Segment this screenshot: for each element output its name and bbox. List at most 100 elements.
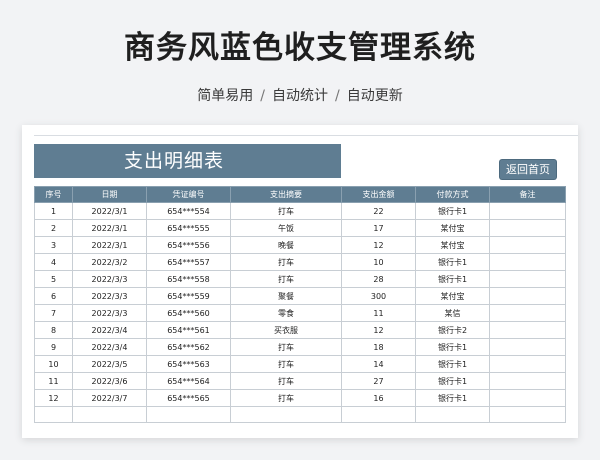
cell-summary[interactable]: 打车 bbox=[230, 355, 342, 373]
cell-amount[interactable]: 22 bbox=[341, 202, 416, 220]
table-cell-empty[interactable] bbox=[230, 406, 342, 423]
cell-date[interactable]: 2022/3/1 bbox=[72, 219, 147, 237]
cell-notes[interactable] bbox=[489, 372, 566, 390]
cell-amount[interactable]: 18 bbox=[341, 338, 416, 356]
cell-amount[interactable]: 16 bbox=[341, 389, 416, 407]
cell-date[interactable]: 2022/3/4 bbox=[72, 321, 147, 339]
cell-notes[interactable] bbox=[489, 338, 566, 356]
table-cell-empty[interactable] bbox=[34, 406, 73, 423]
cell-summary[interactable]: 晚餐 bbox=[230, 236, 342, 254]
cell-index[interactable]: 10 bbox=[34, 355, 73, 373]
cell-amount[interactable]: 12 bbox=[341, 236, 416, 254]
cell-notes[interactable] bbox=[489, 304, 566, 322]
table-cell-empty[interactable] bbox=[489, 406, 566, 423]
cell-payment[interactable]: 银行卡1 bbox=[415, 355, 490, 373]
cell-voucher[interactable]: 654***557 bbox=[146, 253, 231, 271]
cell-summary[interactable]: 打车 bbox=[230, 389, 342, 407]
cell-voucher[interactable]: 654***564 bbox=[146, 372, 231, 390]
cell-notes[interactable] bbox=[489, 321, 566, 339]
cell-payment[interactable]: 某付宝 bbox=[415, 287, 490, 305]
table-row: 11 2022/3/6 654***564 打车 27 银行卡1 bbox=[34, 372, 566, 390]
cell-notes[interactable] bbox=[489, 219, 566, 237]
cell-index[interactable]: 5 bbox=[34, 270, 73, 288]
cell-date[interactable]: 2022/3/2 bbox=[72, 253, 147, 271]
cell-index[interactable]: 1 bbox=[34, 202, 73, 220]
table-cell-empty[interactable] bbox=[146, 406, 231, 423]
cell-voucher[interactable]: 654***563 bbox=[146, 355, 231, 373]
table-row: 7 2022/3/3 654***560 零食 11 某信 bbox=[34, 304, 566, 322]
cell-voucher[interactable]: 654***554 bbox=[146, 202, 231, 220]
table-cell-empty[interactable] bbox=[72, 406, 147, 423]
cell-payment[interactable]: 银行卡2 bbox=[415, 321, 490, 339]
cell-index[interactable]: 12 bbox=[34, 389, 73, 407]
cell-date[interactable]: 2022/3/7 bbox=[72, 389, 147, 407]
back-home-button[interactable]: 返回首页 bbox=[500, 160, 556, 179]
cell-amount[interactable]: 10 bbox=[341, 253, 416, 271]
sheet-divider bbox=[34, 135, 578, 136]
cell-date[interactable]: 2022/3/1 bbox=[72, 202, 147, 220]
cell-summary[interactable]: 聚餐 bbox=[230, 287, 342, 305]
cell-payment[interactable]: 银行卡1 bbox=[415, 389, 490, 407]
cell-voucher[interactable]: 654***555 bbox=[146, 219, 231, 237]
cell-summary[interactable]: 打车 bbox=[230, 372, 342, 390]
cell-date[interactable]: 2022/3/6 bbox=[72, 372, 147, 390]
cell-amount[interactable]: 27 bbox=[341, 372, 416, 390]
cell-payment[interactable]: 某信 bbox=[415, 304, 490, 322]
cell-summary[interactable]: 打车 bbox=[230, 202, 342, 220]
cell-payment[interactable]: 银行卡1 bbox=[415, 372, 490, 390]
cell-notes[interactable] bbox=[489, 202, 566, 220]
cell-date[interactable]: 2022/3/5 bbox=[72, 355, 147, 373]
cell-summary[interactable]: 买衣服 bbox=[230, 321, 342, 339]
cell-date[interactable]: 2022/3/1 bbox=[72, 236, 147, 254]
cell-amount[interactable]: 12 bbox=[341, 321, 416, 339]
cell-summary[interactable]: 打车 bbox=[230, 253, 342, 271]
cell-amount[interactable]: 14 bbox=[341, 355, 416, 373]
table-row: 4 2022/3/2 654***557 打车 10 银行卡1 bbox=[34, 253, 566, 271]
cell-amount[interactable]: 11 bbox=[341, 304, 416, 322]
cell-voucher[interactable]: 654***556 bbox=[146, 236, 231, 254]
cell-index[interactable]: 3 bbox=[34, 236, 73, 254]
cell-notes[interactable] bbox=[489, 355, 566, 373]
cell-amount[interactable]: 300 bbox=[341, 287, 416, 305]
cell-notes[interactable] bbox=[489, 287, 566, 305]
cell-index[interactable]: 6 bbox=[34, 287, 73, 305]
cell-notes[interactable] bbox=[489, 253, 566, 271]
cell-index[interactable]: 8 bbox=[34, 321, 73, 339]
cell-notes[interactable] bbox=[489, 270, 566, 288]
cell-summary[interactable]: 打车 bbox=[230, 338, 342, 356]
cell-notes[interactable] bbox=[489, 236, 566, 254]
cell-payment[interactable]: 银行卡1 bbox=[415, 338, 490, 356]
cell-index[interactable]: 7 bbox=[34, 304, 73, 322]
cell-index[interactable]: 11 bbox=[34, 372, 73, 390]
cell-payment[interactable]: 某付宝 bbox=[415, 236, 490, 254]
cell-summary[interactable]: 午饭 bbox=[230, 219, 342, 237]
cell-payment[interactable]: 某付宝 bbox=[415, 219, 490, 237]
cell-payment[interactable]: 银行卡1 bbox=[415, 253, 490, 271]
cell-summary[interactable]: 零食 bbox=[230, 304, 342, 322]
cell-voucher[interactable]: 654***562 bbox=[146, 338, 231, 356]
sheet-banner: 支出明细表 bbox=[34, 144, 341, 178]
cell-amount[interactable]: 28 bbox=[341, 270, 416, 288]
table-row: 12 2022/3/7 654***565 打车 16 银行卡1 bbox=[34, 389, 566, 407]
cell-index[interactable]: 2 bbox=[34, 219, 73, 237]
cell-voucher[interactable]: 654***561 bbox=[146, 321, 231, 339]
table-row-empty bbox=[34, 406, 566, 423]
cell-date[interactable]: 2022/3/3 bbox=[72, 287, 147, 305]
cell-date[interactable]: 2022/3/3 bbox=[72, 304, 147, 322]
cell-payment[interactable]: 银行卡1 bbox=[415, 202, 490, 220]
table-row: 8 2022/3/4 654***561 买衣服 12 银行卡2 bbox=[34, 321, 566, 339]
cell-voucher[interactable]: 654***558 bbox=[146, 270, 231, 288]
cell-payment[interactable]: 银行卡1 bbox=[415, 270, 490, 288]
cell-index[interactable]: 9 bbox=[34, 338, 73, 356]
cell-voucher[interactable]: 654***560 bbox=[146, 304, 231, 322]
cell-summary[interactable]: 打车 bbox=[230, 270, 342, 288]
table-cell-empty[interactable] bbox=[415, 406, 490, 423]
cell-index[interactable]: 4 bbox=[34, 253, 73, 271]
cell-amount[interactable]: 17 bbox=[341, 219, 416, 237]
cell-date[interactable]: 2022/3/4 bbox=[72, 338, 147, 356]
cell-date[interactable]: 2022/3/3 bbox=[72, 270, 147, 288]
table-cell-empty[interactable] bbox=[341, 406, 416, 423]
cell-voucher[interactable]: 654***559 bbox=[146, 287, 231, 305]
cell-voucher[interactable]: 654***565 bbox=[146, 389, 231, 407]
cell-notes[interactable] bbox=[489, 389, 566, 407]
